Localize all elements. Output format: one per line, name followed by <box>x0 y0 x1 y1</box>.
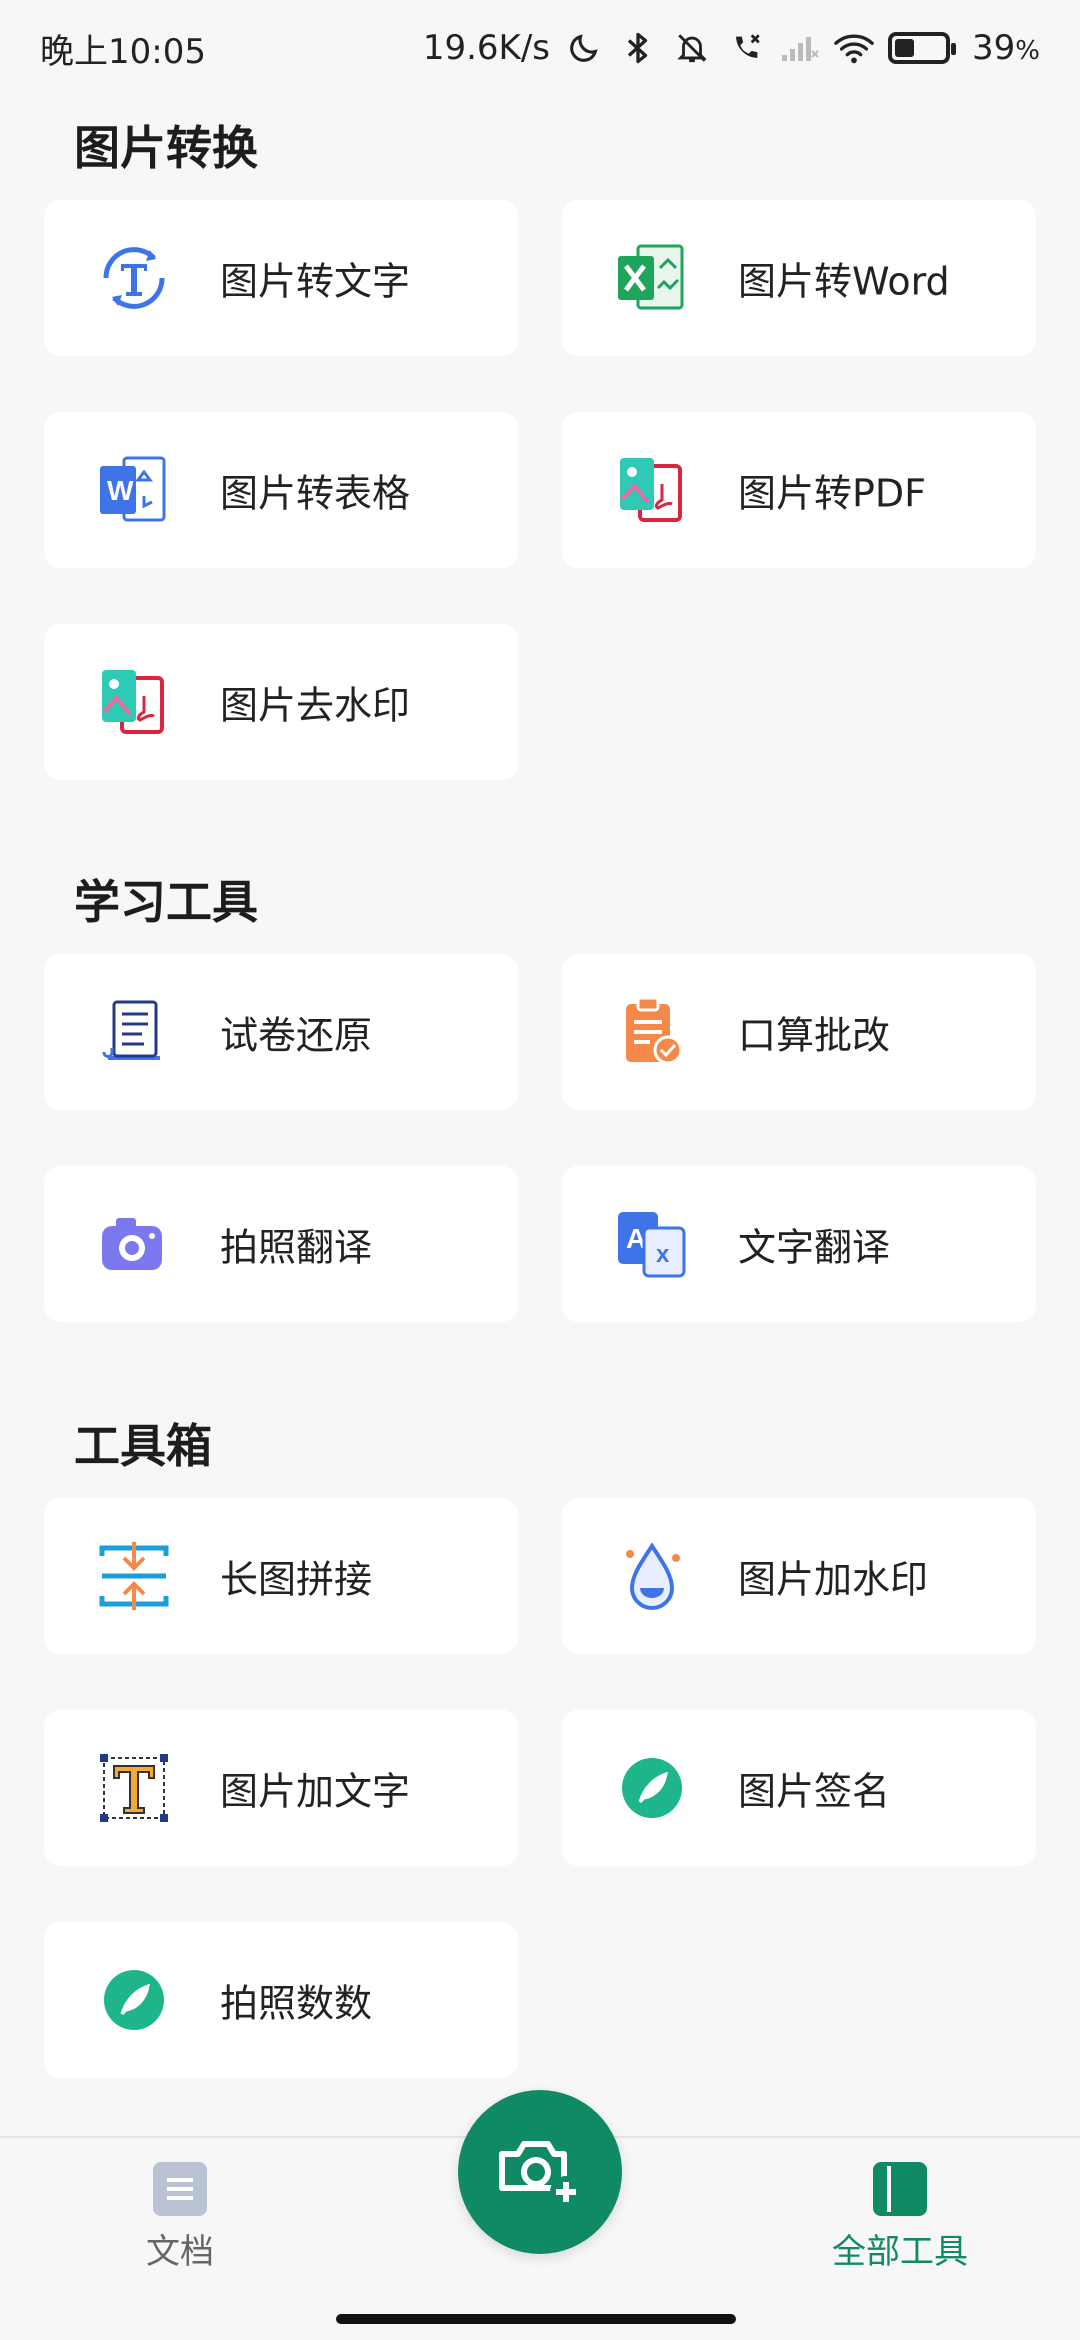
svg-text:x: x <box>656 1241 670 1268</box>
tool-label: 图片加文字 <box>220 1769 411 1814</box>
tool-photo-translate[interactable]: 拍照翻译 <box>44 1166 518 1322</box>
tool-image-to-word[interactable]: 图片转Word <box>562 200 1036 356</box>
text-recognize-icon <box>94 238 174 318</box>
tool-add-text[interactable]: 图片加文字 <box>44 1710 518 1866</box>
tool-exam-restore[interactable]: 试卷还原 <box>44 954 518 1110</box>
clipboard-check-icon <box>612 992 692 1072</box>
stitch-icon <box>94 1536 174 1616</box>
tool-label: 拍照数数 <box>220 1981 373 2026</box>
tool-label: 拍照翻译 <box>220 1225 373 1270</box>
tool-image-to-table[interactable]: W 图片转表格 <box>44 412 518 568</box>
document-icon <box>153 2162 207 2216</box>
battery-icon <box>888 32 957 64</box>
tool-photo-count[interactable]: 拍照数数 <box>44 1922 518 2078</box>
net-speed: 19.6K/s <box>422 28 551 68</box>
pdf-image-icon <box>612 450 692 530</box>
tool-label: 图片转文字 <box>220 259 411 304</box>
tool-label: 图片转Word <box>738 259 950 304</box>
svg-text:W: W <box>107 475 134 506</box>
tool-label: 图片去水印 <box>220 683 411 728</box>
status-bar: 晚上10:05 19.6K/s 39% <box>0 0 1080 96</box>
translate-icon: Ax <box>612 1204 692 1284</box>
nav-docs[interactable]: 文档 <box>80 2162 280 2273</box>
status-time: 晚上10:05 <box>40 31 206 72</box>
remove-watermark-icon <box>94 662 174 742</box>
tool-label: 图片转表格 <box>220 471 411 516</box>
tool-long-image-stitch[interactable]: 长图拼接 <box>44 1498 518 1654</box>
water-drop-icon <box>612 1536 692 1616</box>
mute-bell-icon <box>672 28 712 68</box>
tool-image-to-pdf[interactable]: 图片转PDF <box>562 412 1036 568</box>
feather-icon <box>94 1960 174 2040</box>
feather-icon <box>612 1748 692 1828</box>
battery-percent: 39% <box>972 28 1040 68</box>
signal-icon <box>780 28 820 68</box>
tool-remove-watermark[interactable]: 图片去水印 <box>44 624 518 780</box>
wifi-icon <box>834 28 874 68</box>
tool-image-signature[interactable]: 图片签名 <box>562 1710 1036 1866</box>
excel-image-icon <box>612 238 692 318</box>
section-title-study-tools: 学习工具 <box>74 875 258 929</box>
tool-add-watermark[interactable]: 图片加水印 <box>562 1498 1036 1654</box>
tool-label: 图片加水印 <box>738 1557 929 1602</box>
tool-label: 长图拼接 <box>220 1557 373 1602</box>
call-icon <box>726 28 766 68</box>
tool-image-to-text[interactable]: 图片转文字 <box>44 200 518 356</box>
status-icons: 19.6K/s 39% <box>423 28 1040 68</box>
tool-math-check[interactable]: 口算批改 <box>562 954 1036 1110</box>
tool-label: 文字翻译 <box>738 1225 891 1270</box>
tool-label: 图片签名 <box>738 1769 891 1814</box>
nav-all-tools[interactable]: 全部工具 <box>800 2162 1000 2273</box>
moon-icon <box>564 28 604 68</box>
nav-all-tools-label: 全部工具 <box>832 2232 968 2272</box>
section-title-toolbox: 工具箱 <box>74 1419 212 1473</box>
tool-label: 图片转PDF <box>738 471 927 516</box>
home-indicator <box>336 2314 736 2324</box>
scroll-icon <box>94 992 174 1072</box>
camera-scan-button[interactable] <box>458 2090 622 2254</box>
bluetooth-icon <box>618 28 658 68</box>
word-image-icon: W <box>94 450 174 530</box>
nav-docs-label: 文档 <box>146 2232 214 2272</box>
section-title-image-convert: 图片转换 <box>74 121 258 175</box>
tool-text-translate[interactable]: Ax 文字翻译 <box>562 1166 1036 1322</box>
camera-icon <box>94 1204 174 1284</box>
tool-label: 口算批改 <box>738 1013 891 1058</box>
text-box-icon <box>94 1748 174 1828</box>
camera-add-icon <box>499 2141 582 2208</box>
tool-label: 试卷还原 <box>220 1013 373 1058</box>
book-icon <box>873 2162 927 2216</box>
